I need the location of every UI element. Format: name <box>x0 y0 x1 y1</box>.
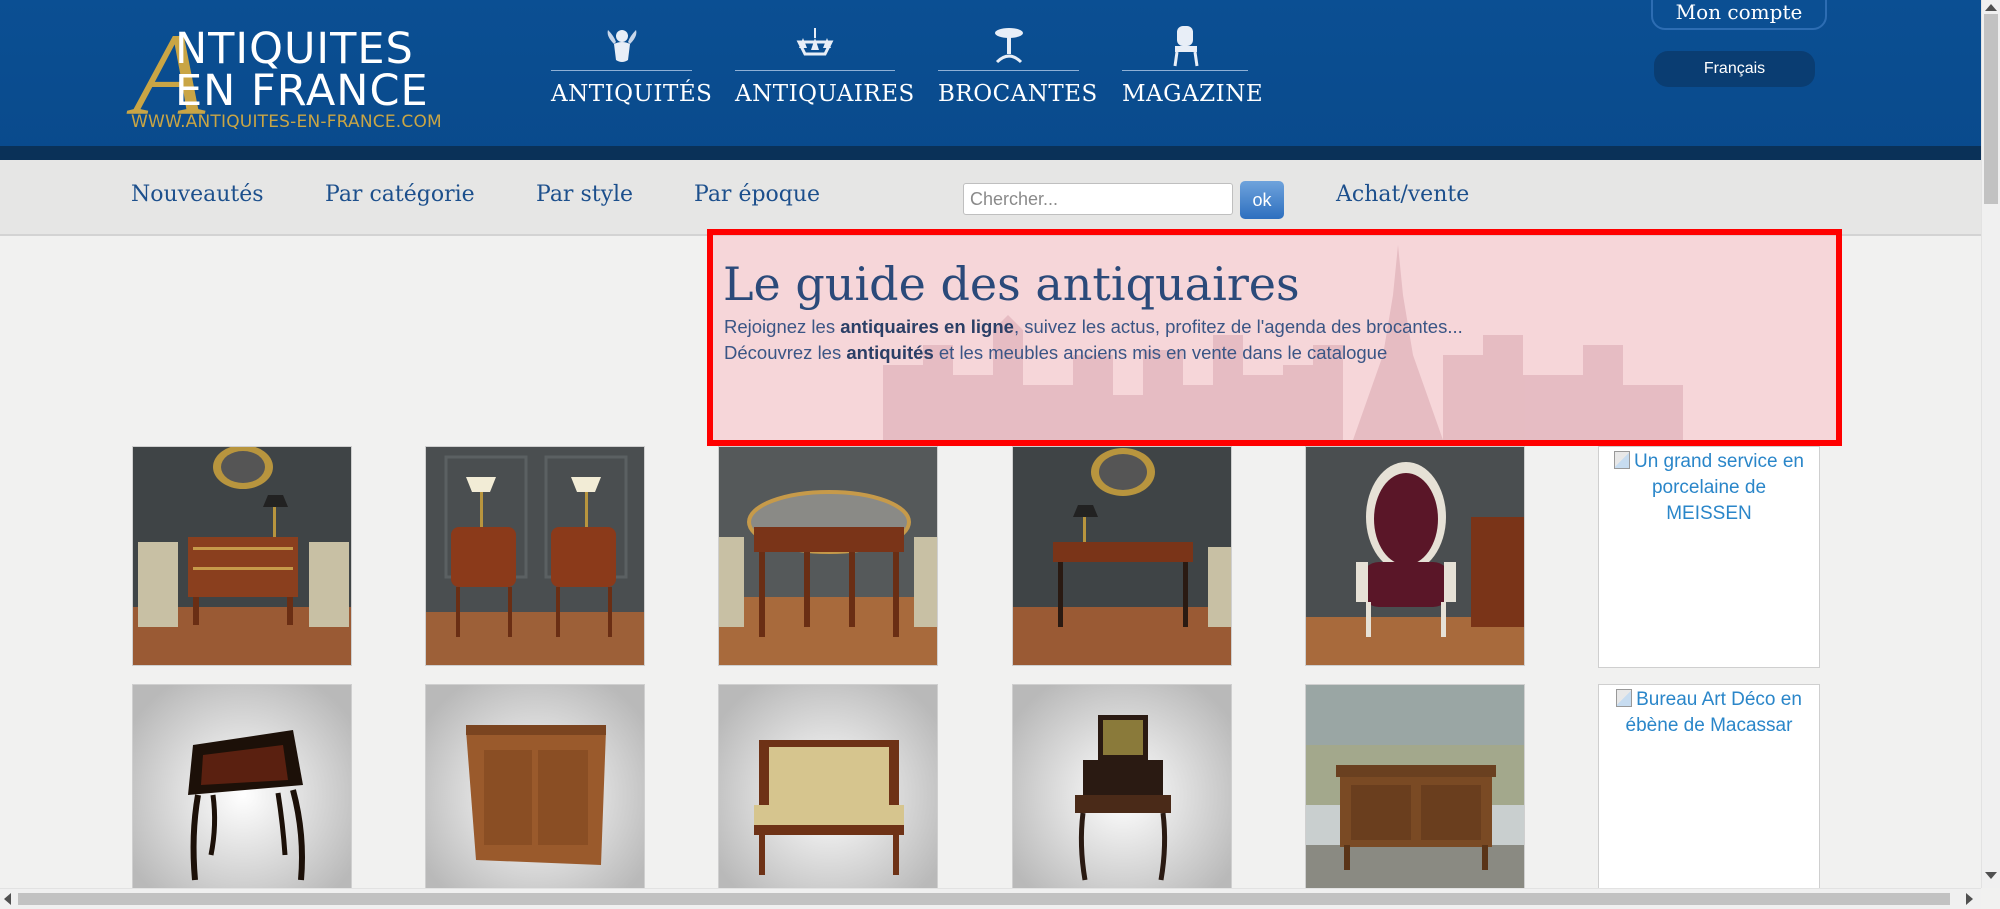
hero-banner: Le guide des antiquaires Rejoignez les a… <box>707 229 1842 446</box>
hero-text-line2-pre: Découvrez les <box>724 342 847 363</box>
subnav-achat-vente[interactable]: Achat/vente <box>1336 182 1469 207</box>
subnav-par-categorie[interactable]: Par catégorie <box>325 182 475 207</box>
hero-text-line2: Découvrez les antiquités et les meubles … <box>724 342 1387 364</box>
nav-divider <box>1122 70 1248 71</box>
armchair-icon <box>1163 24 1207 68</box>
product-thumbnail-boulle-desk[interactable] <box>132 684 352 904</box>
hero-text-line2-post: et les meubles anciens mis en vente dans… <box>933 342 1388 363</box>
product-thumbnail-bergere-armchair[interactable] <box>1305 446 1525 666</box>
site-logo[interactable]: A NTIQUITES EN FRANCE WWW.ANTIQUITES-EN-… <box>131 16 451 134</box>
scroll-right-icon[interactable] <box>1966 893 1973 905</box>
account-button[interactable]: Mon compte <box>1651 0 1827 30</box>
nav-divider <box>735 70 895 71</box>
chandelier-icon <box>793 24 837 68</box>
ad-meissen-alt-text: Un grand service en porcelaine de MEISSE… <box>1599 447 1819 527</box>
nav-brocantes-label: BROCANTES <box>938 81 1098 107</box>
vertical-scrollbar-thumb[interactable] <box>1984 14 1998 204</box>
product-thumbnail-writing-desk[interactable] <box>1012 446 1232 666</box>
logo-text-line2: EN FRANCE <box>175 66 429 116</box>
secondary-nav: Nouveautés Par catégorie Par style Par é… <box>0 160 1981 236</box>
broken-image-icon <box>1613 451 1630 469</box>
product-thumbnail-commode[interactable] <box>132 446 352 666</box>
product-thumbnail-bedside-tables[interactable] <box>425 446 645 666</box>
ad-meissen-alt-label: Un grand service en porcelaine de MEISSE… <box>1633 451 1805 524</box>
product-thumbnail-cabinet[interactable] <box>425 684 645 904</box>
horizontal-scrollbar[interactable] <box>0 888 1981 909</box>
nav-magazine-label: MAGAZINE <box>1122 81 1264 107</box>
nav-divider <box>551 70 692 71</box>
ad-meissen-porcelain[interactable]: Un grand service en porcelaine de MEISSE… <box>1598 446 1820 668</box>
nav-divider <box>938 70 1079 71</box>
header-band <box>0 146 1981 160</box>
cherub-icon <box>600 24 644 68</box>
nav-magazine[interactable]: MAGAZINE <box>1122 24 1264 108</box>
subnav-par-epoque[interactable]: Par époque <box>694 182 820 207</box>
hero-link-antiquites[interactable]: antiquités <box>846 342 933 363</box>
ad-art-deco-alt-text: Bureau Art Déco en ébène de Macassar <box>1599 685 1819 739</box>
product-thumbnail-bonheur-du-jour[interactable] <box>1012 684 1232 904</box>
broken-image-icon <box>1616 689 1633 707</box>
subnav-nouveautes[interactable]: Nouveautés <box>131 182 264 207</box>
logo-url: WWW.ANTIQUITES-EN-FRANCE.COM <box>131 112 442 132</box>
nav-antiquites-label: ANTIQUITÉS <box>551 81 713 107</box>
scroll-left-icon[interactable] <box>4 893 11 905</box>
site-header: A NTIQUITES EN FRANCE WWW.ANTIQUITES-EN-… <box>0 0 1981 160</box>
search-ok-button[interactable]: ok <box>1240 181 1284 219</box>
hero-text-line1: Rejoignez les antiquaires en ligne, suiv… <box>724 316 1463 338</box>
horizontal-scrollbar-thumb[interactable] <box>18 893 1950 905</box>
scroll-down-icon[interactable] <box>1985 872 1997 879</box>
nav-antiquites[interactable]: ANTIQUITÉS <box>551 24 713 108</box>
vertical-scrollbar[interactable] <box>1981 0 2000 888</box>
hero-link-antiquaires-en-ligne[interactable]: antiquaires en ligne <box>840 316 1014 337</box>
logo-text-line1: NTIQUITES <box>175 24 414 74</box>
nav-antiquaires[interactable]: ANTIQUAIRES <box>735 24 915 108</box>
subnav-par-style[interactable]: Par style <box>536 182 633 207</box>
nav-brocantes[interactable]: BROCANTES <box>938 24 1098 108</box>
nav-antiquaires-label: ANTIQUAIRES <box>735 81 915 107</box>
hero-title: Le guide des antiquaires <box>723 257 1300 311</box>
language-selector[interactable]: Français <box>1654 51 1815 87</box>
product-thumbnail-marble-table[interactable] <box>718 446 938 666</box>
ad-art-deco-desk[interactable]: Bureau Art Déco en ébène de Macassar <box>1598 684 1820 904</box>
scroll-up-icon[interactable] <box>1985 4 1997 11</box>
pedestal-table-icon <box>987 24 1031 68</box>
product-thumbnail-settee[interactable] <box>718 684 938 904</box>
ad-art-deco-alt-label: Bureau Art Déco en ébène de Macassar <box>1625 689 1802 736</box>
hero-text-line1-post: , suivez les actus, profitez de l'agenda… <box>1013 316 1463 337</box>
search-input[interactable] <box>963 183 1233 215</box>
product-thumbnail-provencal-buffet[interactable] <box>1305 684 1525 904</box>
hero-text-line1-pre: Rejoignez les <box>724 316 841 337</box>
